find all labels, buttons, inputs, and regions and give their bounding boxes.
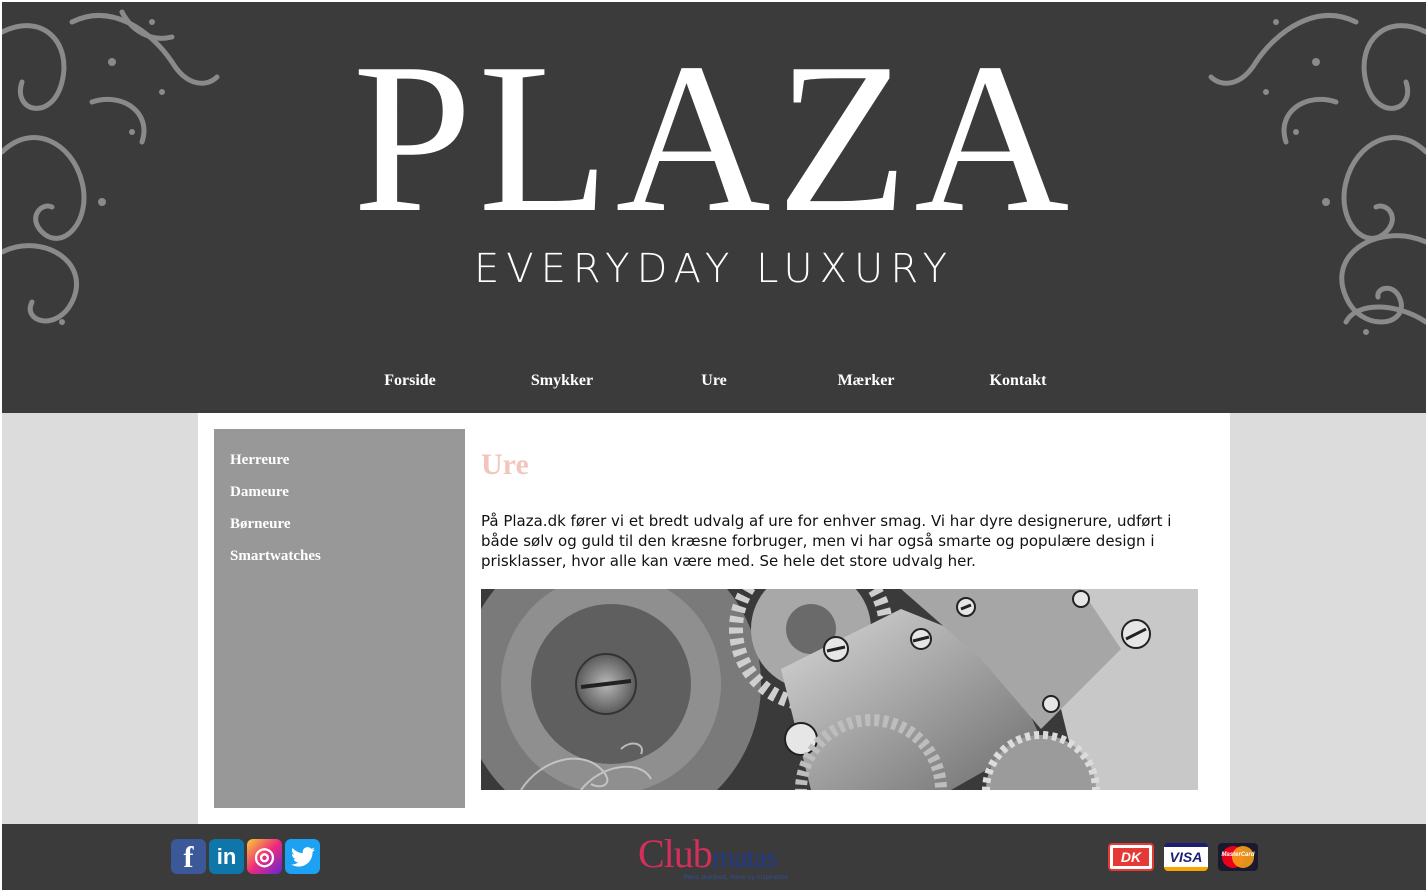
site-footer: f in ◎ Clubmatas Mere skønhed, mere ny i…: [2, 824, 1426, 890]
nav-item-smykker[interactable]: Smykker: [486, 372, 638, 390]
nav-item-kontakt[interactable]: Kontakt: [942, 372, 1094, 390]
sidebar-item-dameure[interactable]: Dameure: [214, 483, 465, 515]
intro-text: På Plaza.dk fører vi et bredt udvalg af …: [481, 512, 1172, 570]
club-matas-logo[interactable]: Clubmatas Mere skønhed, mere ny inspirat…: [638, 832, 798, 884]
facebook-icon[interactable]: f: [171, 839, 206, 874]
watch-gears-image: [481, 589, 1198, 790]
main-article: Ure På Plaza.dk fører vi et bredt udvalg…: [481, 429, 1198, 790]
club-logo-part1: Club: [638, 831, 713, 876]
site-header: PLAZA EVERYDAY LUXURY Forside Smykker Ur…: [2, 2, 1426, 413]
twitter-icon[interactable]: [285, 839, 320, 874]
visa-icon: VISA: [1164, 843, 1208, 871]
content-area: Herreure Dameure Børneure Smartwatches U…: [198, 413, 1230, 824]
club-logo-part2: matas: [711, 841, 778, 874]
sidebar-item-smartwatches[interactable]: Smartwatches: [214, 547, 465, 579]
nav-item-maerker[interactable]: Mærker: [790, 372, 942, 390]
linkedin-icon[interactable]: in: [209, 839, 244, 874]
club-logo-tagline: Mere skønhed, mere ny inspiration: [684, 874, 789, 881]
dankort-icon: DK: [1108, 843, 1154, 871]
mastercard-icon: MasterCard: [1218, 843, 1258, 871]
nav-item-forside[interactable]: Forside: [334, 372, 486, 390]
page-title: Ure: [481, 448, 529, 481]
instagram-icon[interactable]: ◎: [247, 839, 282, 874]
main-nav: Forside Smykker Ure Mærker Kontakt: [334, 372, 1094, 402]
sidebar-item-borneure[interactable]: Børneure: [214, 515, 465, 547]
twitter-bird-icon: [290, 847, 315, 867]
nav-item-ure[interactable]: Ure: [638, 372, 790, 390]
logo-title[interactable]: PLAZA: [2, 30, 1426, 245]
sidebar-item-herreure[interactable]: Herreure: [214, 451, 465, 483]
logo-tagline: EVERYDAY LUXURY: [474, 246, 954, 292]
sidebar: Herreure Dameure Børneure Smartwatches: [214, 429, 465, 808]
page-frame: PLAZA EVERYDAY LUXURY Forside Smykker Ur…: [2, 2, 1426, 890]
